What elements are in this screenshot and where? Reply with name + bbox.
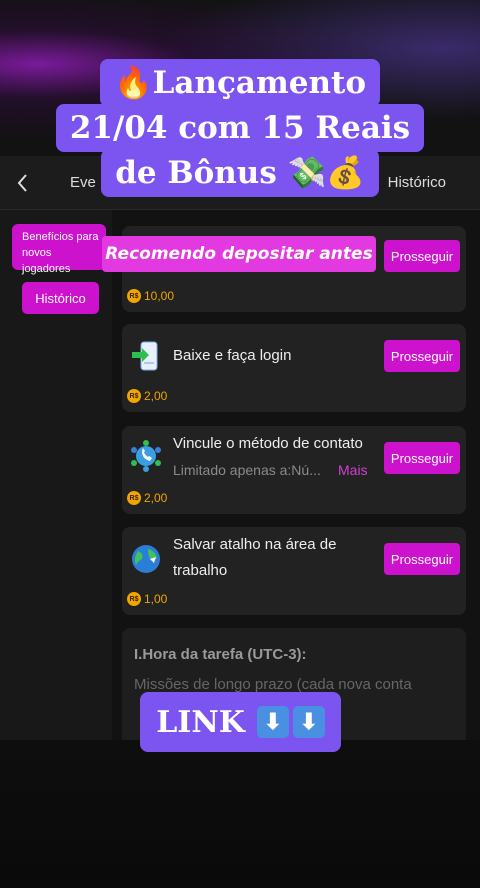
reward-amount: R$ 2,00 [127, 389, 167, 403]
down-arrow-icon: ⬇ [256, 706, 289, 738]
info-text: Missões de longo prazo (cada nova conta [134, 676, 412, 693]
reward-value: 2,00 [144, 389, 168, 403]
globe-shortcut-icon [132, 545, 160, 573]
coin-icon: R$ [127, 389, 141, 403]
task-card: Baixe e faça login Prosseguir R$ 2,00 [122, 324, 466, 412]
task-label: Baixe e faça login [173, 347, 292, 364]
reward-amount: R$ 2,00 [127, 491, 167, 505]
bottom-dark-area [0, 740, 480, 888]
sidebar-tab-new-player-benefits[interactable]: Benefícios para novos jogadores [12, 224, 106, 275]
task-label: Vincule o método de contato [173, 435, 363, 452]
promo-link-button[interactable]: LINK ⬇ ⬇ [140, 692, 341, 752]
reward-amount: R$ 1,00 [127, 592, 167, 606]
task-sublabel: Limitado apenas a:Nú... [173, 462, 321, 478]
sidebar-history-button[interactable]: Histórico [22, 282, 99, 314]
coin-icon: R$ [127, 592, 141, 606]
link-label: LINK [156, 704, 245, 740]
proceed-button[interactable]: Prosseguir [384, 543, 460, 575]
task-label: Salvar atalho na área de trabalho [173, 536, 337, 579]
promo-title-line-3: de Bônus 💸💰 [101, 149, 379, 197]
promo-subtitle: Recomendo depositar antes [102, 236, 376, 272]
reward-value: 10,00 [144, 289, 175, 303]
proceed-button[interactable]: Prosseguir [384, 442, 460, 474]
promo-title-line-2: 21/04 com 15 Reais [55, 104, 425, 152]
proceed-button[interactable]: Prosseguir [384, 340, 460, 372]
proceed-button[interactable]: Prosseguir [384, 240, 460, 272]
sidebar-tab-label: Benefícios para novos jogadores [22, 231, 99, 275]
promo-title-line-1: 🔥Lançamento [99, 59, 381, 107]
coin-icon: R$ [127, 491, 141, 505]
task-card: Salvar atalho na área de trabalho Prosse… [122, 527, 466, 615]
promo-title: 🔥Lançamento 21/04 com 15 Reais de Bônus … [0, 59, 480, 197]
task-card: Vincule o método de contato Limitado ape… [122, 426, 466, 514]
coin-icon: R$ [127, 289, 141, 303]
reward-value: 1,00 [144, 592, 168, 606]
more-link[interactable]: Mais [338, 462, 368, 478]
reward-amount: R$ 10,00 [127, 289, 174, 303]
contact-link-icon [131, 440, 161, 472]
phone-login-icon [132, 341, 158, 371]
reward-value: 2,00 [144, 491, 168, 505]
info-title: I.Hora da tarefa (UTC-3): [134, 646, 307, 663]
down-arrow-icon: ⬇ [292, 706, 325, 738]
